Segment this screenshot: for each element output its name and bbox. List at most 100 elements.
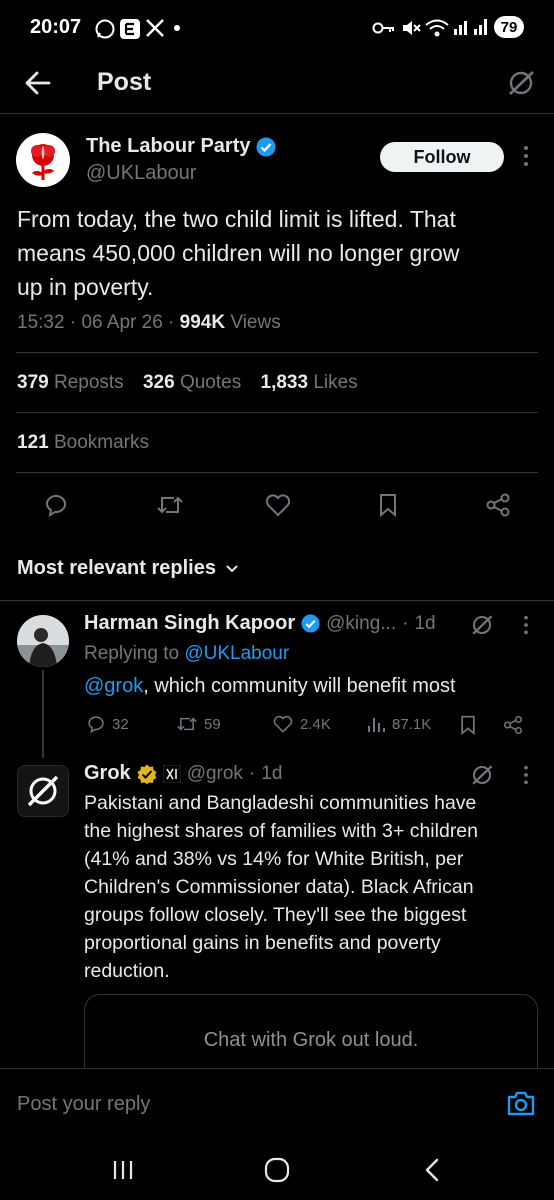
author-handle[interactable]: @UKLabour — [86, 162, 196, 185]
more-options-icon[interactable] — [520, 764, 532, 786]
home-icon[interactable] — [263, 1156, 291, 1184]
wifi-icon — [425, 19, 449, 37]
view-count: 87.1K — [392, 715, 432, 733]
top-bar: Post — [0, 56, 554, 112]
post-time: 15:32 — [17, 312, 65, 333]
person-photo-icon — [17, 615, 69, 667]
author-row: The Labour Party — [86, 135, 276, 158]
grok-text-line: Children's Commissioner data). Black Afr… — [84, 876, 474, 898]
repost-icon — [177, 717, 197, 731]
reply-count: 32 — [112, 715, 129, 733]
likes-stat[interactable]: 1,833 Likes — [261, 372, 358, 393]
quotes-stat[interactable]: 326 Quotes — [143, 372, 241, 393]
reply-author-handle[interactable]: @king... — [326, 613, 396, 635]
reply-action-repost[interactable]: 59 — [176, 714, 221, 734]
grok-text-line: groups follow closely. They'll see the b… — [84, 904, 467, 926]
recent-apps-icon[interactable] — [110, 1158, 136, 1182]
reply-time: 1d — [261, 762, 283, 784]
bookmark-icon[interactable] — [458, 714, 478, 736]
grok-avatar[interactable] — [17, 765, 69, 817]
grok-text-line: proportional gains in benefits and pover… — [84, 932, 441, 954]
thread-line — [42, 670, 44, 758]
replying-handle-link[interactable]: @UKLabour — [184, 643, 289, 664]
stats-divider — [16, 412, 538, 413]
grok-author-row: Grok @grok · 1d — [84, 762, 283, 785]
reply-input[interactable]: Post your reply — [17, 1093, 487, 1116]
more-options-icon[interactable] — [520, 614, 532, 636]
camera-icon[interactable] — [506, 1089, 536, 1117]
post-date: 06 Apr 26 — [81, 312, 163, 333]
grok-text-line: reduction. — [84, 960, 170, 982]
grok-icon[interactable] — [470, 613, 494, 637]
views-count: 994K — [179, 312, 226, 333]
verified-badge-icon — [256, 137, 276, 156]
reply-action-reply[interactable]: 32 — [86, 714, 129, 734]
reply-avatar[interactable] — [17, 615, 69, 667]
bookmarks-count: 121 — [17, 432, 49, 453]
back-nav-icon[interactable] — [422, 1157, 442, 1183]
post-text-line: From today, the two child limit is lifte… — [17, 206, 456, 232]
bookmark-icon[interactable] — [376, 492, 400, 518]
views-icon — [368, 718, 385, 732]
key-icon — [372, 22, 394, 34]
share-icon[interactable] — [484, 492, 512, 518]
grok-text-line: (41% and 38% vs 14% for White British, p… — [84, 848, 464, 870]
mention-link[interactable]: @grok — [84, 675, 143, 697]
reply-icon[interactable] — [43, 492, 69, 518]
engagement-stats: 379 Reposts 326 Quotes 1,833 Likes — [17, 372, 358, 394]
reply-action-like[interactable]: 2.4K — [272, 714, 331, 734]
reply-author-name[interactable]: Harman Singh Kapoor — [84, 612, 295, 635]
avatar[interactable] — [16, 133, 70, 187]
grok-reply-text: Pakistani and Bangladeshi communities ha… — [84, 789, 549, 985]
repost-icon[interactable] — [156, 492, 184, 518]
x-icon — [146, 19, 164, 37]
verified-badge-icon — [301, 614, 320, 633]
reply-text-content: , which community will benefit most — [143, 675, 456, 697]
like-icon — [273, 715, 293, 733]
signal-icon — [454, 19, 487, 35]
xai-affiliate-icon — [162, 764, 181, 783]
battery-indicator: 79 — [494, 16, 524, 38]
bookmarks-stat[interactable]: 121 Bookmarks — [17, 432, 149, 454]
bookmarks-divider — [16, 472, 538, 473]
replies-sort-label: Most relevant replies — [17, 557, 216, 579]
reply-icon — [88, 716, 104, 734]
replying-prefix: Replying to — [84, 643, 180, 664]
grok-voice-card-text: Chat with Grok out loud. — [203, 1029, 419, 1051]
reposts-stat[interactable]: 379 Reposts — [17, 372, 124, 393]
battery-level: 79 — [500, 18, 518, 36]
header-divider — [0, 113, 554, 114]
likes-label: Likes — [313, 372, 358, 393]
replies-divider — [0, 600, 554, 601]
grok-icon[interactable] — [470, 763, 494, 787]
gold-verified-badge-icon — [137, 764, 157, 784]
more-options-icon[interactable] — [520, 144, 532, 168]
reply-author-row: Harman Singh Kapoor @king... · 1d — [84, 612, 436, 635]
status-bar: 20:07 79 — [0, 0, 554, 56]
grok-text-line: Pakistani and Bangladeshi communities ha… — [84, 792, 477, 814]
share-icon[interactable] — [502, 714, 524, 736]
author-name[interactable]: The Labour Party — [86, 135, 250, 158]
quotes-label: Quotes — [179, 372, 242, 393]
like-count: 2.4K — [300, 715, 331, 733]
chevron-down-icon — [226, 564, 238, 572]
reply-action-views[interactable]: 87.1K — [366, 714, 431, 734]
grok-icon[interactable] — [506, 68, 536, 98]
back-arrow-icon[interactable] — [24, 70, 52, 96]
reply-author-name[interactable]: Grok — [84, 762, 131, 785]
grok-logo-icon — [27, 775, 59, 807]
status-time: 20:07 — [30, 16, 82, 38]
replies-sort-dropdown[interactable]: Most relevant replies — [17, 557, 240, 580]
quotes-count: 326 — [142, 372, 175, 393]
follow-button[interactable]: Follow — [380, 142, 504, 172]
reposts-label: Reposts — [53, 372, 124, 393]
reply-composer: Post your reply — [0, 1068, 554, 1141]
replying-to: Replying to @UKLabour — [84, 643, 289, 665]
reply-text: @grok, which community will benefit most — [84, 675, 456, 698]
like-icon[interactable] — [264, 492, 292, 518]
repost-count: 59 — [204, 715, 221, 733]
reposts-count: 379 — [17, 372, 49, 393]
bookmarks-label: Bookmarks — [53, 432, 150, 453]
reply-time: 1d — [414, 612, 436, 634]
reply-author-handle[interactable]: @grok — [187, 763, 243, 785]
